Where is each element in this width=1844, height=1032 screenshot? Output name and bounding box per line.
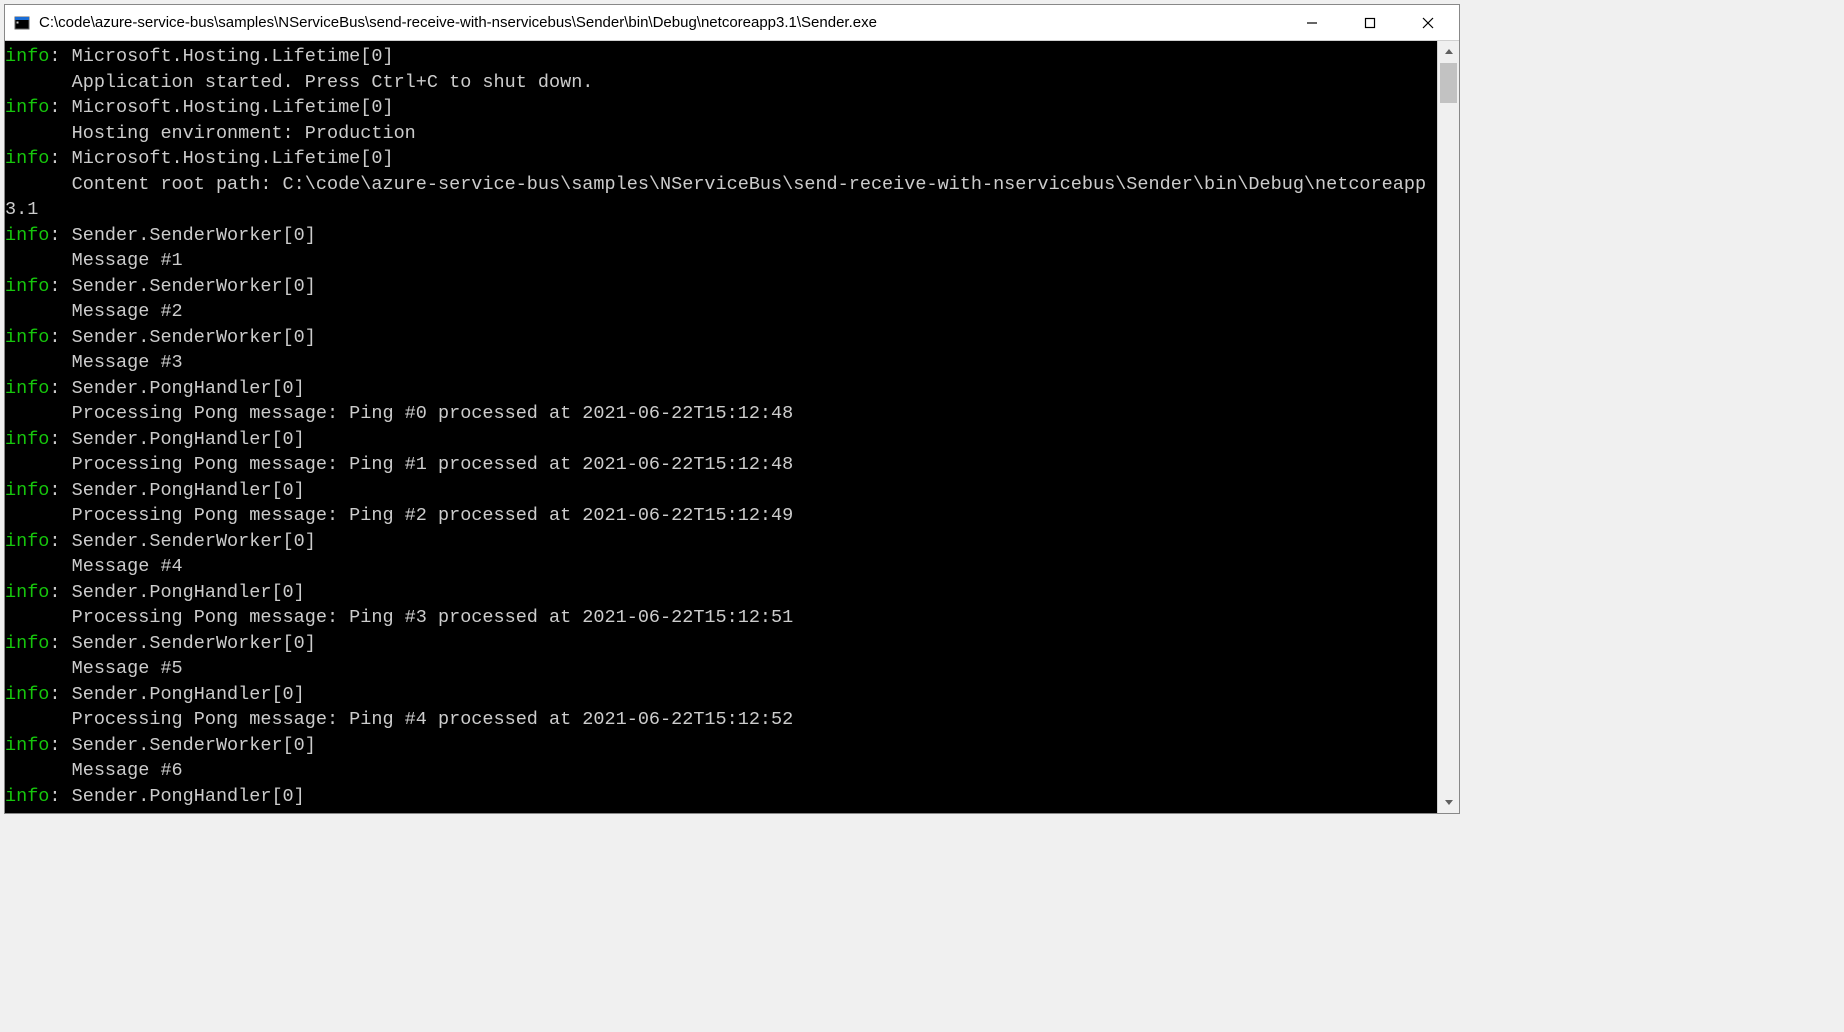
log-source: : Sender.PongHandler[0] [49, 684, 304, 705]
log-level: info [5, 148, 49, 169]
log-source: : Sender.SenderWorker[0] [49, 327, 315, 348]
log-line-header: info: Sender.SenderWorker[0] [5, 529, 1437, 555]
log-level: info [5, 429, 49, 450]
log-line-header: info: Sender.PongHandler[0] [5, 580, 1437, 606]
log-body: Content root path: C:\code\azure-service… [5, 172, 1437, 223]
log-line-header: info: Sender.SenderWorker[0] [5, 274, 1437, 300]
log-source: : Sender.SenderWorker[0] [49, 225, 315, 246]
log-body: Processing Pong message: Ping #4 process… [5, 707, 1437, 733]
log-source: : Sender.PongHandler[0] [49, 582, 304, 603]
log-source: : Sender.SenderWorker[0] [49, 531, 315, 552]
vertical-scrollbar[interactable] [1437, 41, 1459, 813]
close-button[interactable] [1399, 5, 1457, 40]
log-level: info [5, 276, 49, 297]
log-level: info [5, 480, 49, 501]
log-source: : Microsoft.Hosting.Lifetime[0] [49, 46, 393, 67]
log-body: Processing Pong message: Ping #1 process… [5, 452, 1437, 478]
log-source: : Sender.PongHandler[0] [49, 480, 304, 501]
log-line-header: info: Sender.SenderWorker[0] [5, 223, 1437, 249]
log-source: : Microsoft.Hosting.Lifetime[0] [49, 97, 393, 118]
log-source: : Sender.SenderWorker[0] [49, 735, 315, 756]
console-output[interactable]: info: Microsoft.Hosting.Lifetime[0] Appl… [5, 41, 1437, 813]
log-level: info [5, 786, 49, 807]
log-line-header: info: Sender.SenderWorker[0] [5, 325, 1437, 351]
log-body: Processing Pong message: Ping #2 process… [5, 503, 1437, 529]
log-line-header: info: Sender.PongHandler[0] [5, 478, 1437, 504]
log-line-header: info: Sender.SenderWorker[0] [5, 733, 1437, 759]
log-line-header: info: Sender.PongHandler[0] [5, 784, 1437, 810]
log-body: Message #5 [5, 656, 1437, 682]
log-line-header: info: Microsoft.Hosting.Lifetime[0] [5, 95, 1437, 121]
log-line-header: info: Sender.PongHandler[0] [5, 376, 1437, 402]
log-source: : Sender.PongHandler[0] [49, 429, 304, 450]
minimize-button[interactable] [1283, 5, 1341, 40]
log-body: Processing Pong message: Ping #3 process… [5, 605, 1437, 631]
log-level: info [5, 633, 49, 654]
log-level: info [5, 327, 49, 348]
scroll-track[interactable] [1438, 63, 1459, 791]
log-level: info [5, 735, 49, 756]
log-source: : Microsoft.Hosting.Lifetime[0] [49, 148, 393, 169]
maximize-button[interactable] [1341, 5, 1399, 40]
log-line-header: info: Sender.PongHandler[0] [5, 682, 1437, 708]
scroll-down-arrow[interactable] [1438, 791, 1459, 813]
log-body: Application started. Press Ctrl+C to shu… [5, 70, 1437, 96]
log-level: info [5, 378, 49, 399]
log-source: : Sender.PongHandler[0] [49, 786, 304, 807]
log-level: info [5, 582, 49, 603]
console-area: info: Microsoft.Hosting.Lifetime[0] Appl… [5, 41, 1459, 813]
log-body: Hosting environment: Production [5, 121, 1437, 147]
log-body: Message #1 [5, 248, 1437, 274]
scroll-thumb[interactable] [1440, 63, 1457, 103]
scroll-up-arrow[interactable] [1438, 41, 1459, 63]
console-window: C:\code\azure-service-bus\samples\NServi… [4, 4, 1460, 814]
log-body: Message #4 [5, 554, 1437, 580]
log-line-header: info: Sender.SenderWorker[0] [5, 631, 1437, 657]
log-source: : Sender.SenderWorker[0] [49, 633, 315, 654]
log-level: info [5, 684, 49, 705]
log-level: info [5, 225, 49, 246]
log-body: Message #6 [5, 758, 1437, 784]
titlebar[interactable]: C:\code\azure-service-bus\samples\NServi… [5, 5, 1459, 41]
log-source: : Sender.PongHandler[0] [49, 378, 304, 399]
log-body: Message #2 [5, 299, 1437, 325]
log-line-header: info: Sender.PongHandler[0] [5, 427, 1437, 453]
log-line-header: info: Microsoft.Hosting.Lifetime[0] [5, 44, 1437, 70]
window-title: C:\code\azure-service-bus\samples\NServi… [39, 14, 1283, 31]
log-body: Processing Pong message: Ping #0 process… [5, 401, 1437, 427]
log-body: Message #3 [5, 350, 1437, 376]
log-level: info [5, 531, 49, 552]
log-level: info [5, 97, 49, 118]
window-controls [1283, 5, 1457, 40]
app-icon [13, 14, 31, 32]
log-source: : Sender.SenderWorker[0] [49, 276, 315, 297]
log-level: info [5, 46, 49, 67]
log-line-header: info: Microsoft.Hosting.Lifetime[0] [5, 146, 1437, 172]
